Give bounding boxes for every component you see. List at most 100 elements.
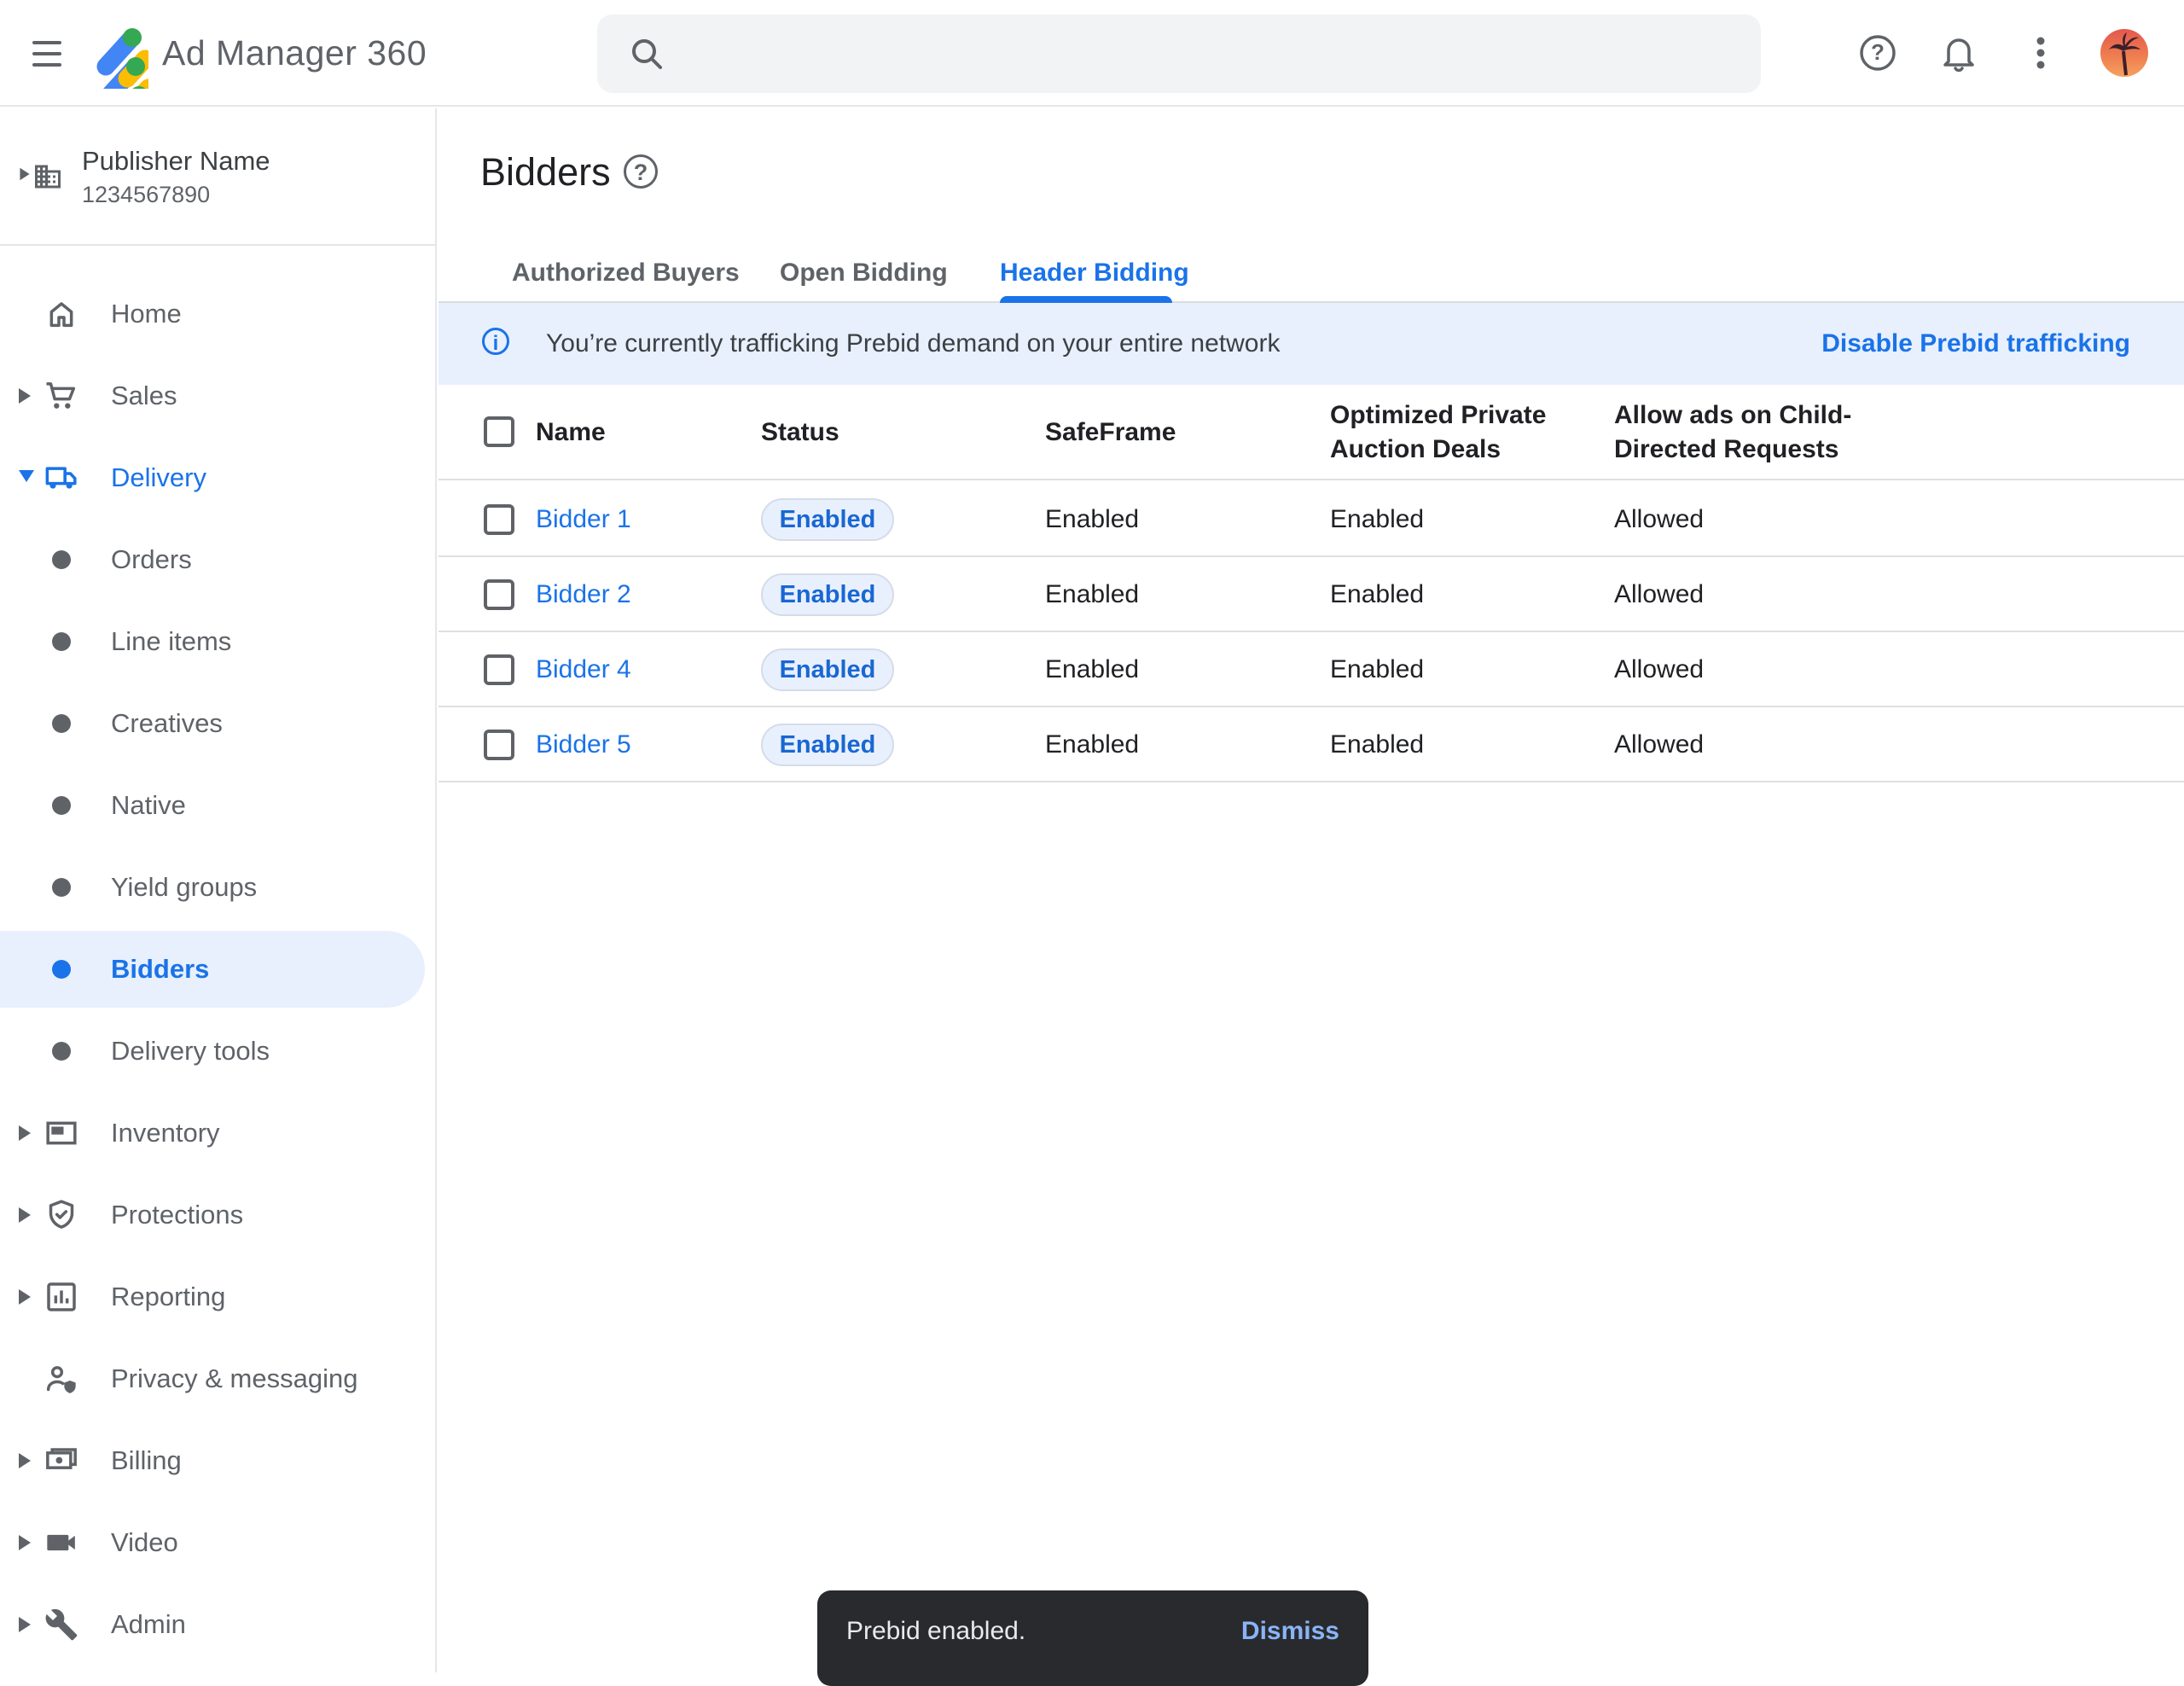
allow-child-directed-value: Allowed (1614, 632, 1704, 707)
sidebar-item-home[interactable]: Home (0, 273, 437, 355)
row-checkbox[interactable] (484, 504, 514, 535)
more-vertical-icon[interactable] (2020, 32, 2061, 73)
sidebar-item-label: Inventory (111, 1118, 220, 1148)
home-icon (44, 297, 78, 331)
sidebar-item-label: Protections (111, 1200, 243, 1230)
expand-right-icon (19, 1453, 31, 1468)
table-row: Bidder 2EnabledEnabledEnabledAllowed (439, 557, 2184, 632)
status-badge: Enabled (761, 498, 894, 541)
optimized-private-auction-deals-value: Enabled (1330, 557, 1424, 632)
info-icon: i (482, 328, 509, 355)
expand-right-icon (20, 168, 29, 180)
column-header: Status (761, 384, 983, 480)
toast-message: Prebid enabled. (846, 1617, 1025, 1646)
sidebar: Publisher Name 1234567890 Home Sales Deliv… (0, 108, 437, 1672)
safeframe-value: Enabled (1045, 632, 1139, 707)
sidebar-item-label: Native (111, 790, 186, 821)
sidebar-item-creatives[interactable]: Creatives (0, 683, 437, 765)
videocam-icon (44, 1526, 78, 1560)
row-checkbox[interactable] (484, 579, 514, 610)
select-all-checkbox[interactable] (484, 416, 514, 447)
sidebar-item-native[interactable]: Native (0, 765, 437, 846)
person-shield-icon (44, 1362, 78, 1396)
allow-child-directed-value: Allowed (1614, 482, 1704, 557)
disable-prebid-trafficking-link[interactable]: Disable Prebid trafficking (1821, 303, 2130, 385)
table-row: Bidder 4 Enabled Enabled Enabled Allowed (439, 632, 2184, 707)
table-row: Bidder 5EnabledEnabledEnabledAllowed (439, 707, 2184, 782)
row-checkbox[interactable] (484, 730, 514, 760)
sidebar-item-label: Home (111, 299, 182, 329)
tab-authorized-buyers[interactable]: Authorized Buyers (512, 259, 740, 288)
expand-right-icon (19, 1207, 31, 1223)
info-banner: i You’re currently trafficking Prebid de… (439, 303, 2184, 385)
sidebar-item-line-items[interactable]: Line items (0, 601, 437, 683)
sidebar-item-label: Line items (111, 626, 231, 657)
safeframe-value: Enabled (1045, 557, 1139, 632)
bullet-icon (52, 960, 71, 979)
ad-manager-logo (90, 19, 148, 89)
expand-right-icon (19, 388, 31, 404)
sidebar-item-label: Sales (111, 381, 177, 411)
bidder-link[interactable]: Bidder 2 (536, 557, 631, 632)
bullet-icon (52, 550, 71, 569)
sidebar-item-inventory[interactable]: Inventory (0, 1092, 437, 1174)
sidebar-item-protections[interactable]: Protections (0, 1174, 437, 1256)
sidebar-item-bidders[interactable]: Bidders (0, 928, 437, 1010)
status-badge: Enabled (761, 724, 894, 766)
search-input[interactable] (691, 15, 1715, 93)
expand-right-icon (19, 1535, 31, 1550)
page-help-icon[interactable]: ? (624, 154, 658, 189)
help-icon[interactable]: ? (1857, 32, 1898, 73)
payments-icon (44, 1444, 78, 1478)
search-bar[interactable] (597, 15, 1761, 93)
sidebar-item-label: Bidders (111, 954, 209, 985)
sidebar-item-label: Delivery tools (111, 1036, 270, 1067)
toast: Prebid enabled. Dismiss (817, 1590, 1368, 1686)
sidebar-item-privacy-messaging[interactable]: Privacy & messaging (0, 1338, 437, 1420)
app-title: Ad Manager 360 (162, 33, 427, 73)
table-row: Bidder 1EnabledEnabledEnabledAllowed (439, 482, 2184, 557)
publisher-id: 1234567890 (82, 182, 210, 208)
status-badge: Enabled (761, 648, 894, 691)
row-checkbox[interactable] (484, 654, 514, 685)
sidebar-item-billing[interactable]: Billing (0, 1420, 437, 1502)
top-app-bar: Ad Manager 360 ? (0, 0, 2184, 107)
page-title: Bidders (480, 150, 611, 195)
building-icon (32, 161, 63, 192)
tab-header-bidding[interactable]: Header Bidding (1000, 259, 1189, 288)
sidebar-item-delivery-tools[interactable]: Delivery tools (0, 1010, 437, 1092)
notifications-icon[interactable] (1938, 32, 1979, 73)
allow-child-directed-value: Allowed (1614, 707, 1704, 782)
sidebar-item-delivery[interactable]: Delivery (0, 437, 437, 519)
sidebar-item-label: Reporting (111, 1282, 225, 1312)
cart-icon (44, 379, 78, 413)
column-header: Allow ads on Child-Directed Requests (1614, 384, 1887, 480)
sidebar-item-orders[interactable]: Orders (0, 519, 437, 601)
sidebar-item-video[interactable]: Video (0, 1502, 437, 1584)
bidder-link[interactable]: Bidder 1 (536, 482, 631, 557)
bidder-link[interactable]: Bidder 5 (536, 707, 631, 782)
bidder-link[interactable]: Bidder 4 (536, 632, 631, 707)
column-header: SafeFrame (1045, 384, 1301, 480)
sidebar-item-label: Delivery (111, 462, 206, 493)
sidebar-item-label: Video (111, 1527, 178, 1558)
sidebar-item-sales[interactable]: Sales (0, 355, 437, 437)
optimized-private-auction-deals-value: Enabled (1330, 632, 1424, 707)
publisher-account[interactable]: Publisher Name 1234567890 (0, 108, 437, 246)
sidebar-item-yield-groups[interactable]: Yield groups (0, 846, 437, 928)
sidebar-item-label: Orders (111, 544, 192, 575)
sidebar-item-admin[interactable]: Admin (0, 1584, 437, 1666)
bullet-icon (52, 632, 71, 651)
search-icon (628, 35, 665, 73)
active-tab-underline (1000, 296, 1172, 303)
menu-icon[interactable] (32, 41, 61, 67)
bullet-icon (52, 1042, 71, 1061)
tab-open-bidding[interactable]: Open Bidding (780, 259, 948, 288)
bar-chart-icon (44, 1280, 78, 1314)
expand-right-icon (19, 1289, 31, 1305)
shield-icon (44, 1198, 78, 1232)
sidebar-item-reporting[interactable]: Reporting (0, 1256, 437, 1338)
toast-dismiss-button[interactable]: Dismiss (1241, 1617, 1339, 1646)
avatar[interactable] (2100, 29, 2148, 77)
banner-text: You’re currently trafficking Prebid dema… (546, 303, 1280, 385)
